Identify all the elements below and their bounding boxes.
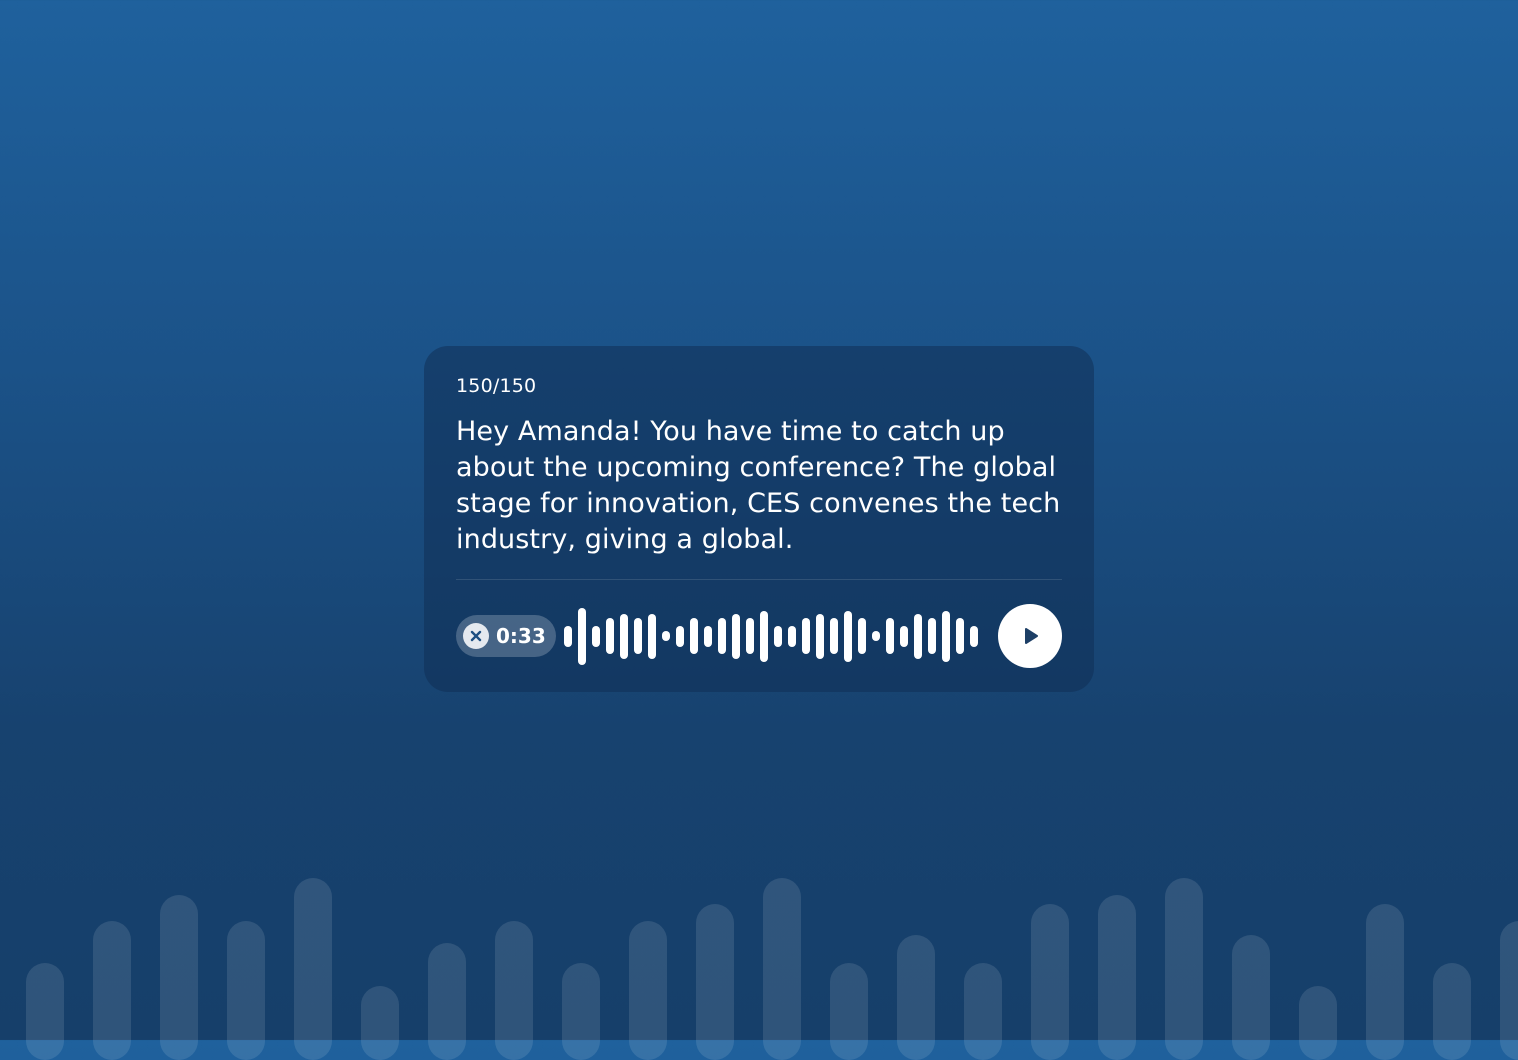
waveform-bar bbox=[718, 618, 726, 654]
waveform-bar bbox=[578, 607, 586, 665]
divider bbox=[456, 579, 1062, 580]
waveform-bar bbox=[704, 625, 712, 647]
background-bar bbox=[1031, 904, 1069, 1060]
waveform-bar bbox=[844, 610, 852, 662]
background-bar bbox=[294, 878, 332, 1060]
waveform-bar bbox=[606, 618, 614, 654]
background-bar bbox=[763, 878, 801, 1060]
waveform-bar bbox=[592, 625, 600, 647]
background-bar bbox=[227, 921, 265, 1060]
play-icon bbox=[1025, 628, 1038, 644]
waveform-bar bbox=[956, 618, 964, 654]
background-bar bbox=[26, 963, 64, 1060]
waveform-bar bbox=[802, 618, 810, 654]
background-bar bbox=[361, 986, 399, 1060]
waveform-bar bbox=[816, 613, 824, 659]
waveform-bar bbox=[900, 625, 908, 647]
background-bar bbox=[897, 935, 935, 1060]
discard-recording-button[interactable]: 0:33 bbox=[456, 615, 556, 657]
waveform-bar bbox=[914, 613, 922, 659]
audio-player: 0:33 bbox=[456, 604, 1062, 668]
waveform-bar bbox=[830, 618, 838, 654]
background-bar bbox=[93, 921, 131, 1060]
background-bar bbox=[160, 895, 198, 1060]
waveform-bar bbox=[942, 610, 950, 662]
background-bar bbox=[696, 904, 734, 1060]
background-bar bbox=[964, 963, 1002, 1060]
message-text: Hey Amanda! You have time to catch up ab… bbox=[456, 416, 1061, 555]
waveform-bar bbox=[662, 631, 670, 641]
waveform-bar bbox=[648, 613, 656, 659]
waveform-bar bbox=[634, 618, 642, 654]
background-bar bbox=[1098, 895, 1136, 1060]
waveform-bar bbox=[970, 625, 978, 647]
background-bar bbox=[1232, 935, 1270, 1060]
background-bar bbox=[1366, 904, 1404, 1060]
play-button[interactable] bbox=[998, 604, 1062, 668]
background-bar bbox=[830, 963, 868, 1060]
background-bar bbox=[562, 963, 600, 1060]
waveform-bar bbox=[788, 625, 796, 647]
waveform-bar bbox=[746, 618, 754, 654]
waveform-bar bbox=[732, 613, 740, 659]
background-bar bbox=[1299, 986, 1337, 1060]
waveform-bar bbox=[620, 613, 628, 659]
waveform-bar bbox=[690, 618, 698, 654]
waveform-bar bbox=[564, 625, 572, 647]
close-icon[interactable] bbox=[463, 623, 489, 649]
background-bar bbox=[428, 943, 466, 1060]
voice-message-card: 150/150 Hey Amanda! You have time to cat… bbox=[424, 346, 1094, 692]
background-bar bbox=[1433, 963, 1471, 1060]
background-bar bbox=[1165, 878, 1203, 1060]
waveform-bar bbox=[760, 610, 768, 662]
audio-waveform[interactable] bbox=[564, 604, 984, 668]
background-bar bbox=[1500, 921, 1518, 1060]
waveform-bar bbox=[872, 631, 880, 641]
recording-duration: 0:33 bbox=[496, 624, 546, 648]
waveform-bar bbox=[858, 618, 866, 654]
waveform-bar bbox=[774, 625, 782, 647]
waveform-bar bbox=[676, 625, 684, 647]
waveform-bar bbox=[886, 618, 894, 654]
background-bar bbox=[495, 921, 533, 1060]
background-bar bbox=[629, 921, 667, 1060]
waveform-bar bbox=[928, 618, 936, 654]
character-counter: 150/150 bbox=[456, 375, 537, 397]
